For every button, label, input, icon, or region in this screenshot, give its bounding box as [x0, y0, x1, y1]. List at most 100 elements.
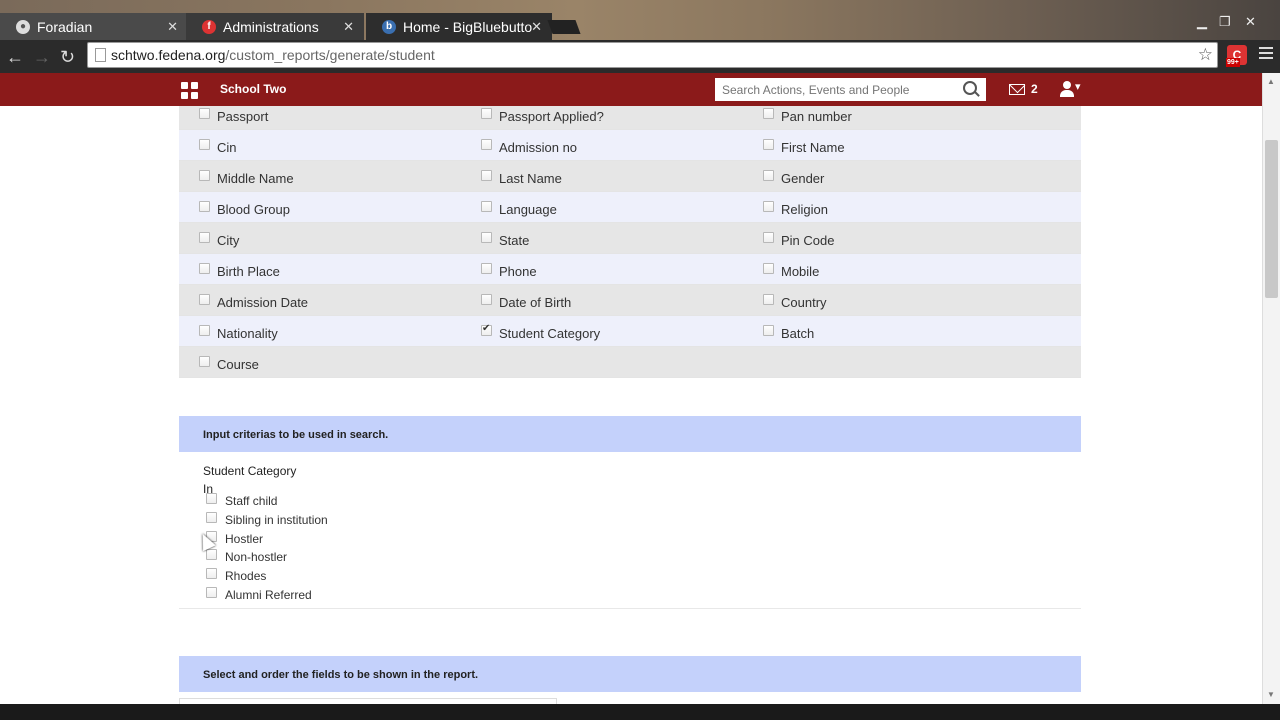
field-checkbox[interactable]: [199, 139, 210, 150]
back-arrow-icon[interactable]: ←: [6, 48, 24, 66]
f-favicon-icon: f: [202, 19, 216, 34]
close-window-icon[interactable]: ✕: [1245, 14, 1256, 30]
field-checkbox[interactable]: [763, 139, 774, 150]
field-checkbox[interactable]: [763, 201, 774, 212]
criteria-checkbox[interactable]: [206, 549, 217, 561]
apps-grid-icon[interactable]: [181, 82, 199, 100]
tab-label: Foradian: [37, 18, 93, 35]
field-checkbox[interactable]: [763, 325, 774, 336]
tab-label: Administrations: [223, 18, 319, 35]
field-label: Mobile: [781, 264, 820, 279]
field-label: Passport Applied?: [499, 109, 604, 124]
criteria-heading: Input criterias to be used in search.: [203, 429, 389, 441]
new-tab-button[interactable]: [547, 20, 581, 34]
scroll-down-icon[interactable]: ▼: [1267, 690, 1275, 699]
reload-icon[interactable]: ↻: [60, 48, 75, 66]
scrollbar-thumb[interactable]: [1265, 140, 1278, 298]
close-icon[interactable]: ✕: [167, 19, 178, 35]
field-checkbox[interactable]: [199, 108, 210, 119]
url-host: schtwo.fedena.org: [111, 47, 226, 63]
field-label: Date of Birth: [499, 295, 572, 310]
minimize-icon[interactable]: ▁: [1197, 14, 1207, 30]
criteria-option-label: Rhodes: [225, 569, 267, 584]
school-name[interactable]: School Two: [220, 82, 286, 96]
criteria-checkbox[interactable]: [206, 493, 217, 504]
field-row: Nationality Student Category Batch: [179, 316, 1081, 347]
field-row: Admission Date Date of Birth Country: [179, 285, 1081, 316]
field-label: Cin: [217, 140, 237, 155]
field-checkbox[interactable]: [199, 201, 210, 212]
user-icon[interactable]: [1060, 81, 1074, 97]
field-checkbox[interactable]: [199, 294, 210, 305]
field-label: Admission Date: [217, 295, 309, 310]
field-checkbox[interactable]: [481, 201, 492, 212]
close-icon[interactable]: ✕: [343, 19, 354, 35]
close-icon[interactable]: ✕: [531, 19, 542, 35]
field-checkbox[interactable]: [481, 263, 492, 274]
mail-icon[interactable]: [1009, 84, 1025, 95]
field-row: City State Pin Code: [179, 223, 1081, 254]
criteria-field-label: Student Category: [203, 464, 297, 478]
criteria-checkbox[interactable]: [206, 511, 217, 523]
browser-tab-strip: ● Foradian ✕ f Administrations ✕ b Home …: [0, 0, 1280, 40]
field-checkbox[interactable]: [481, 294, 492, 305]
scroll-up-icon[interactable]: ▲: [1267, 77, 1275, 86]
field-selection-grid: Passport Passport Applied? Pan number Cin Ad…: [179, 106, 1081, 378]
field-checkbox[interactable]: [763, 170, 774, 181]
field-label: Admission no: [499, 140, 578, 155]
menu-icon[interactable]: [1259, 47, 1273, 62]
bookmark-star-icon[interactable]: ☆: [1198, 45, 1213, 65]
field-checkbox[interactable]: [199, 170, 210, 181]
tab-bigbluebutton[interactable]: b Home - BigBluebutto ✕: [366, 13, 552, 40]
field-label: Gender: [781, 171, 825, 186]
criteria-checkbox[interactable]: [206, 568, 217, 580]
criteria-checkbox[interactable]: [206, 587, 217, 598]
field-row: Birth Place Phone Mobile: [179, 254, 1081, 285]
field-row: Course: [179, 347, 1081, 378]
field-row: Passport Passport Applied? Pan number: [179, 106, 1081, 130]
field-label: Middle Name: [217, 171, 294, 186]
address-bar[interactable]: schtwo.fedena.org/custom_reports/generat…: [87, 42, 1218, 68]
field-checkbox[interactable]: [199, 325, 210, 336]
criteria-option-label: Non-hostler: [225, 550, 288, 565]
field-checkbox[interactable]: [481, 108, 492, 119]
field-checkbox[interactable]: [199, 263, 210, 274]
search-input[interactable]: [715, 78, 986, 101]
b-favicon-icon: b: [382, 19, 396, 34]
field-row: Middle Name Last Name Gender: [179, 161, 1081, 192]
field-row: Cin Admission no First Name: [179, 130, 1081, 161]
field-label: Course: [217, 357, 259, 372]
field-checkbox[interactable]: [481, 139, 492, 150]
tab-foradian[interactable]: ● Foradian ✕: [0, 13, 188, 40]
field-checkbox[interactable]: [199, 232, 210, 243]
url-text: schtwo.fedena.org/custom_reports/generat…: [111, 47, 435, 63]
field-checkbox[interactable]: [481, 232, 492, 243]
tab-administrations[interactable]: f Administrations ✕: [186, 13, 364, 40]
field-label: Country: [781, 295, 827, 310]
criteria-option-label: Staff child: [225, 494, 278, 508]
chevron-down-icon[interactable]: ▾: [1075, 80, 1081, 93]
url-path: /custom_reports/generate/student: [225, 47, 435, 63]
field-label: Blood Group: [217, 202, 290, 217]
foradian-favicon-icon: ●: [16, 19, 30, 34]
field-checkbox[interactable]: [763, 232, 774, 243]
search-icon[interactable]: [963, 81, 977, 95]
extension-badge: 99+: [1226, 58, 1240, 67]
field-checkbox[interactable]: [763, 294, 774, 305]
field-label: Religion: [781, 202, 828, 217]
extension-icon[interactable]: C 99+: [1226, 45, 1247, 67]
field-checkbox[interactable]: [199, 356, 210, 367]
field-row: Blood Group Language Religion: [179, 192, 1081, 223]
field-checkbox[interactable]: [481, 323, 492, 336]
field-label: Student Category: [499, 326, 601, 341]
mail-count-badge[interactable]: 2: [1031, 82, 1038, 96]
field-label: Pin Code: [781, 233, 835, 248]
field-label: Passport: [217, 109, 269, 124]
field-checkbox[interactable]: [481, 170, 492, 181]
field-checkbox[interactable]: [763, 263, 774, 274]
field-checkbox[interactable]: [763, 108, 774, 119]
main-content: Passport Passport Applied? Pan number Cin Ad…: [0, 106, 1262, 704]
restore-icon[interactable]: ❐: [1219, 14, 1231, 30]
forward-arrow-icon[interactable]: →: [33, 48, 51, 66]
field-label: First Name: [781, 140, 845, 155]
